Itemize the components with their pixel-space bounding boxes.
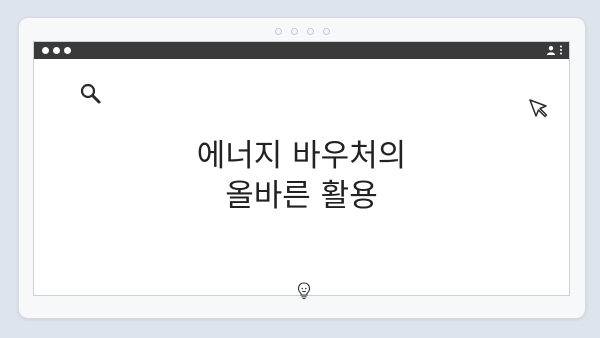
page-title: 에너지 바우처의 올바른 활용	[34, 136, 569, 216]
device-frame: 에너지 바우처의 올바른 활용	[18, 17, 586, 319]
search-icon	[80, 83, 101, 104]
page-content: 에너지 바우처의 올바른 활용	[34, 59, 569, 300]
dot	[290, 28, 298, 35]
cursor-arrow-icon	[529, 99, 548, 118]
kebab-menu-icon[interactable]	[559, 45, 563, 55]
window-dot-maximize[interactable]	[64, 47, 71, 54]
page-title-line-2: 올바른 활용	[225, 178, 378, 214]
dot	[322, 28, 330, 35]
title-bar	[34, 42, 569, 59]
window-dot-minimize[interactable]	[53, 47, 60, 54]
lightbulb-face-icon	[297, 282, 311, 300]
dot	[306, 28, 314, 35]
window-controls	[42, 47, 71, 54]
window-dot-close[interactable]	[42, 47, 49, 54]
page-title-line-1: 에너지 바우처의	[196, 138, 407, 174]
pagination-dots	[19, 28, 585, 35]
dot	[274, 28, 282, 35]
user-icon[interactable]	[546, 45, 556, 55]
browser-window: 에너지 바우처의 올바른 활용	[33, 41, 570, 300]
titlebar-actions	[546, 45, 563, 55]
